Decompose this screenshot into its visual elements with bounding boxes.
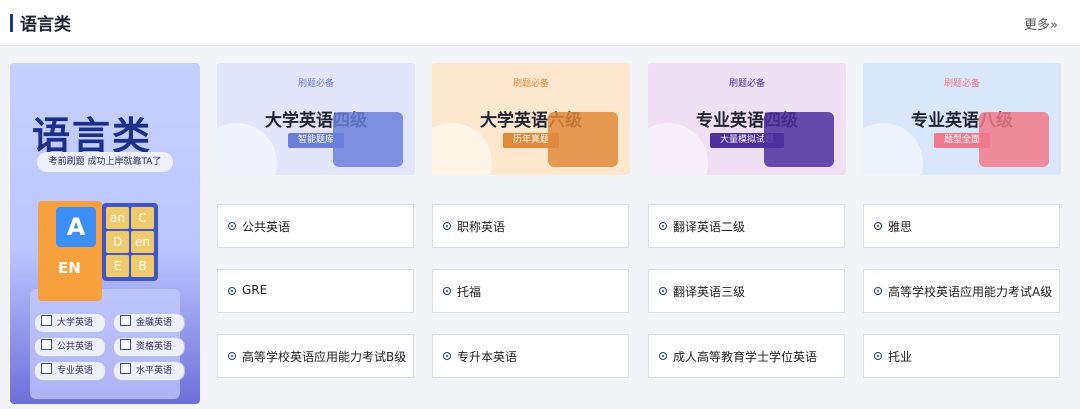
course-banner-tem4[interactable]: 刷题必备 专业英语四级 大量模拟试题: [648, 63, 846, 175]
checkbox-icon: [41, 363, 52, 374]
promo-subtitle: 考前刷题 成功上岸就靠TA了: [37, 152, 173, 172]
letter-tile: C: [131, 207, 154, 229]
radio-dot-icon: [443, 287, 451, 295]
letter-tile: D: [106, 231, 129, 253]
promo-pill-label: 大学英语: [57, 318, 94, 328]
category-item[interactable]: 职称英语: [432, 204, 629, 248]
section-content: 语言类 考前刷题 成功上岸就靠TA了 A EN an C D en E B 大学…: [0, 46, 1080, 409]
category-label: 雅思: [888, 220, 913, 234]
radio-dot-icon: [228, 287, 236, 295]
title-accent-bar: [10, 14, 13, 32]
category-item[interactable]: 专升本英语: [432, 334, 629, 378]
category-label: 高等学校英语应用能力考试A级: [888, 285, 1053, 299]
promo-pill: 专业英语: [34, 361, 106, 381]
letter-a-icon: A: [56, 207, 96, 247]
monitor-illustration: [764, 112, 834, 167]
checkbox-icon: [120, 315, 131, 326]
category-label: 托福: [457, 285, 482, 299]
banner-tag: 刷题必备: [728, 79, 765, 89]
promo-pill-label: 专业英语: [57, 366, 94, 376]
promo-pill: 水平英语: [113, 361, 185, 381]
radio-dot-icon: [874, 287, 882, 295]
promo-pill-label: 金融英语: [136, 318, 173, 328]
category-label: 成人高等教育学士学位英语: [673, 350, 818, 364]
laptop-illustration: [548, 112, 618, 167]
promo-pill: 金融英语: [113, 313, 185, 333]
promo-pill: 大学英语: [34, 313, 106, 333]
course-banner-cet4[interactable]: 刷题必备 大学英语四级 智能题库: [217, 63, 415, 175]
checkbox-icon: [120, 339, 131, 350]
radio-dot-icon: [874, 352, 882, 360]
category-item[interactable]: 翻译英语三级: [648, 269, 845, 313]
category-item[interactable]: 托福: [432, 269, 629, 313]
category-item[interactable]: GRE: [217, 269, 414, 313]
checkbox-icon: [120, 363, 131, 374]
category-item[interactable]: 托业: [863, 334, 1060, 378]
radio-dot-icon: [228, 352, 236, 360]
radio-dot-icon: [659, 222, 667, 230]
promo-pill-label: 公共英语: [57, 342, 94, 352]
course-banner-cet6[interactable]: 刷题必备 大学英语六级 历年真题: [432, 63, 630, 175]
course-banner-tem8[interactable]: 刷题必备 专业英语八级 题型全面: [863, 63, 1061, 175]
more-link[interactable]: 更多»: [1024, 14, 1058, 33]
promo-banner[interactable]: 语言类 考前刷题 成功上岸就靠TA了 A EN an C D en E B 大学…: [10, 63, 200, 404]
category-item[interactable]: 高等学校英语应用能力考试B级: [217, 334, 414, 378]
radio-dot-icon: [228, 222, 236, 230]
category-label: GRE: [242, 283, 268, 297]
category-item[interactable]: 高等学校英语应用能力考试A级: [863, 269, 1060, 313]
promo-pill-label: 资格英语: [136, 342, 173, 352]
category-label: 高等学校英语应用能力考试B级: [242, 350, 407, 364]
letter-tile: an: [106, 207, 129, 229]
radio-dot-icon: [443, 352, 451, 360]
promo-pill-label: 水平英语: [136, 366, 173, 376]
radio-dot-icon: [659, 352, 667, 360]
laptop-illustration: [333, 112, 403, 167]
section-header: 语言类 更多»: [0, 0, 1080, 46]
letter-tile: B: [131, 255, 154, 277]
category-label: 翻译英语二级: [673, 220, 746, 234]
desk-illustration: [979, 112, 1049, 167]
language-category-section: 语言类 更多» 语言类 考前刷题 成功上岸就靠TA了 A EN an C D e…: [0, 0, 1080, 409]
banner-tag: 刷题必备: [943, 79, 980, 89]
promo-pill: 资格英语: [113, 337, 185, 357]
banner-tag: 刷题必备: [297, 79, 334, 89]
category-label: 翻译英语三级: [673, 285, 746, 299]
radio-dot-icon: [659, 287, 667, 295]
category-item[interactable]: 公共英语: [217, 204, 414, 248]
banner-tag: 刷题必备: [512, 79, 549, 89]
radio-dot-icon: [443, 222, 451, 230]
letter-tiles-illustration: an C D en E B: [102, 203, 158, 281]
category-item[interactable]: 翻译英语二级: [648, 204, 845, 248]
category-item[interactable]: 雅思: [863, 204, 1060, 248]
category-label: 专升本英语: [457, 350, 518, 364]
radio-dot-icon: [874, 222, 882, 230]
category-label: 托业: [888, 350, 913, 364]
category-item[interactable]: 成人高等教育学士学位英语: [648, 334, 845, 378]
promo-en-text: EN: [58, 259, 81, 277]
category-label: 公共英语: [242, 220, 291, 234]
checkbox-icon: [41, 339, 52, 350]
promo-pill: 公共英语: [34, 337, 106, 357]
letter-tile: E: [106, 255, 129, 277]
letter-tile: en: [131, 231, 154, 253]
checkbox-icon: [41, 315, 52, 326]
section-title: 语言类: [20, 15, 71, 35]
category-label: 职称英语: [457, 220, 506, 234]
